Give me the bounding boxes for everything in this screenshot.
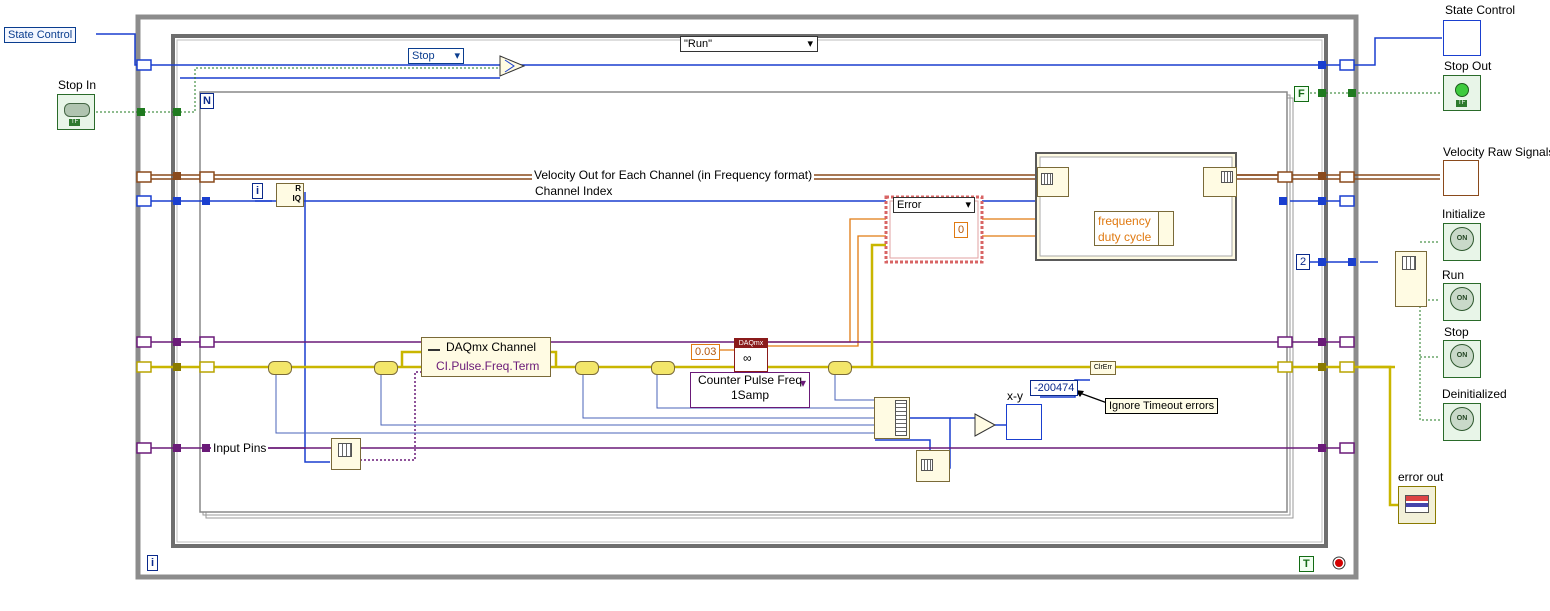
- error-case-selector[interactable]: Error ▾: [893, 197, 975, 213]
- stop-out-label: Stop Out: [1444, 59, 1492, 73]
- false-constant[interactable]: F: [1294, 86, 1309, 102]
- error-code-constant[interactable]: -200474: [1030, 380, 1079, 396]
- tick-node-4: [651, 361, 675, 375]
- ci-term-label: CI.Pulse.Freq.Term: [436, 359, 540, 373]
- case-selector-value: "Run": [684, 38, 712, 50]
- led-icon: [1455, 83, 1469, 97]
- array-grid-icon: [921, 459, 933, 471]
- tick-node-2: [374, 361, 398, 375]
- error-case-value: Error: [897, 199, 922, 211]
- initialize-led: ON: [1450, 227, 1474, 251]
- tick-node-1: [268, 361, 292, 375]
- ignore-timeout-comment: Ignore Timeout errors: [1105, 398, 1219, 414]
- build-array-node: [874, 397, 910, 439]
- array-input-node: [1037, 167, 1069, 197]
- state-control-in-label: State Control: [8, 29, 73, 41]
- glasses-icon: ∞: [743, 351, 752, 365]
- input-pins-label: Input Pins: [211, 441, 269, 455]
- enum-arrow-icon: ▾: [454, 50, 460, 62]
- toggle-switch-icon: [64, 103, 90, 117]
- stop-out-tf-tag: TF: [1456, 100, 1468, 107]
- array-grid-icon: [338, 443, 352, 457]
- daqmx-read-node: DAQmx ∞: [734, 338, 768, 372]
- run-label: Run: [1442, 268, 1465, 282]
- daqmx-badge: DAQmx: [735, 339, 767, 348]
- case-selector-arrow-icon: ▾: [807, 38, 813, 50]
- tick-node-5: [828, 361, 852, 375]
- initialize-label: Initialize: [1442, 207, 1486, 221]
- channel-index-label: Channel Index: [533, 184, 615, 198]
- stop-in-label: Stop In: [58, 78, 97, 92]
- state-control-indicator: [1443, 20, 1481, 56]
- stop-in-tf-tag: TF: [69, 119, 81, 126]
- index-array-node: [331, 438, 361, 470]
- daqmx-channel-label: DAQmx Channel: [446, 340, 537, 354]
- array-size-constant[interactable]: 2: [1296, 254, 1311, 270]
- velocity-raw-signals-indicator: [1443, 160, 1479, 196]
- wrench-icon: [428, 341, 440, 351]
- counter-mode-arrow-icon: ▾: [799, 376, 806, 390]
- velocity-wire-label: Velocity Out for Each Channel (in Freque…: [532, 168, 815, 182]
- stop-enum-constant[interactable]: Stop ▾: [408, 48, 464, 64]
- frequency-field: frequency: [1098, 214, 1151, 228]
- array-subset-node: [916, 450, 950, 482]
- stop-enum-value: Stop: [412, 50, 435, 62]
- timeout-constant[interactable]: 0.03: [691, 344, 721, 360]
- stop-in-control[interactable]: TF: [57, 94, 95, 130]
- initialize-indicator: ON: [1443, 223, 1481, 261]
- state-control-out-label: State Control: [1445, 3, 1516, 17]
- zero-constant[interactable]: 0: [954, 222, 969, 238]
- boolean-array-index-node: [1395, 251, 1427, 307]
- xy-label: x-y: [1007, 389, 1023, 403]
- array-grid-icon: [895, 400, 907, 436]
- loop-count-terminal: N: [200, 93, 214, 109]
- case-selector[interactable]: "Run" ▾: [680, 36, 818, 52]
- stop-led: ON: [1450, 344, 1474, 368]
- stop-label: Stop: [1444, 325, 1469, 339]
- state-control-control[interactable]: State Control: [4, 27, 77, 43]
- quotient-remainder-node: R IQ: [276, 183, 304, 207]
- stop-indicator: ON: [1443, 340, 1481, 378]
- stop-out-indicator: TF: [1443, 75, 1481, 111]
- counter-mode-line2: 1Samp: [730, 388, 770, 402]
- counter-mode-line1: Counter Pulse Freq: [697, 373, 803, 387]
- tick-node-3: [575, 361, 599, 375]
- outer-iteration-terminal: i: [147, 555, 159, 571]
- counter-mode-selector[interactable]: Counter Pulse Freq 1Samp ▾: [690, 372, 810, 408]
- clear-errors-label: ClrErr: [1093, 364, 1113, 371]
- velocity-raw-signals-label: Velocity Raw Signals: [1443, 145, 1550, 159]
- run-led: ON: [1450, 287, 1474, 311]
- deinitialized-led: ON: [1450, 407, 1474, 431]
- replace-array-node: [1203, 167, 1237, 197]
- deinitialized-indicator: ON: [1443, 403, 1481, 441]
- deinitialized-label: Deinitialized: [1442, 387, 1507, 401]
- run-indicator: ON: [1443, 283, 1481, 321]
- duty-cycle-field: duty cycle: [1098, 230, 1152, 244]
- array-grid-icon: [1041, 173, 1053, 185]
- array-grid-icon: [1402, 256, 1416, 270]
- error-out-indicator: [1398, 486, 1436, 524]
- error-out-label: error out: [1398, 470, 1444, 484]
- daqmx-channel-property-node: DAQmx Channel CI.Pulse.Freq.Term: [421, 337, 551, 377]
- bundle-output-node: [1158, 211, 1174, 246]
- select-node: [499, 55, 526, 77]
- iteration-terminal: i: [252, 183, 264, 199]
- error-cluster-icon: [1405, 495, 1429, 513]
- xy-indicator: [1006, 404, 1042, 440]
- true-constant[interactable]: T: [1299, 556, 1314, 572]
- error-case-arrow-icon: ▾: [965, 199, 971, 211]
- bundle-by-name-node: frequency duty cycle: [1094, 211, 1162, 246]
- array-grid-icon: [1221, 171, 1233, 183]
- block-diagram: [96, 14, 1442, 580]
- clear-errors-node: ClrErr: [1090, 361, 1116, 375]
